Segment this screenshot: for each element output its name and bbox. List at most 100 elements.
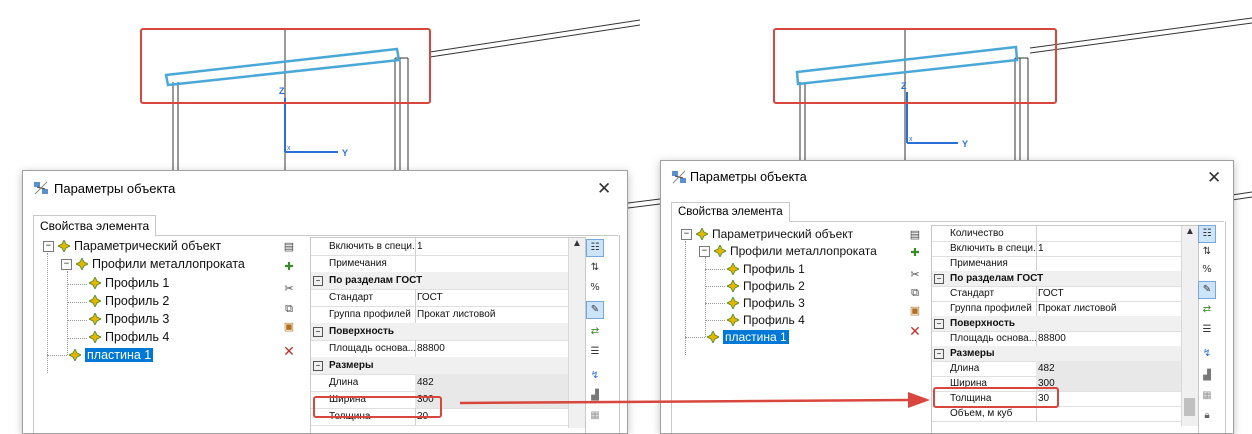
prop-category-dimensions[interactable]: − Размеры <box>311 357 585 375</box>
prop-row-standard[interactable]: Стандарт ГОСТ <box>311 289 585 307</box>
add-element-icon[interactable]: ✚ <box>281 259 297 275</box>
object-parameters-icon <box>34 181 48 195</box>
left-y-label: Y <box>342 148 348 158</box>
tree-toolbar: ▤ ✚ ✂ ⧉ ▣ ✕ <box>907 227 927 347</box>
node-icon <box>76 258 88 270</box>
svg-text:x: x <box>287 145 291 152</box>
compare-icon[interactable]: ⇄ <box>1198 301 1216 319</box>
object-tree: − Параметрический объект − Профили метал… <box>43 239 278 429</box>
edit-properties-icon[interactable]: ✎ <box>1198 281 1216 299</box>
copy-icon[interactable]: ⧉ <box>281 301 297 317</box>
prop-row-include[interactable]: Включить в специ... 1 <box>932 241 1198 257</box>
prop-row-volume[interactable]: Объем, м куб <box>932 406 1198 422</box>
prop-row-length[interactable]: Длина 482 <box>311 374 585 392</box>
prop-category-surface[interactable]: − Поверхность <box>311 323 585 341</box>
list-view-icon[interactable]: ☰ <box>586 343 604 361</box>
close-button[interactable]: ✕ <box>597 180 611 197</box>
left-plate-highlight-box <box>140 28 431 104</box>
delete-icon[interactable]: ✕ <box>281 343 297 359</box>
cut-icon[interactable]: ✂ <box>907 267 923 283</box>
node-icon <box>58 240 70 252</box>
tree-node-profile-2[interactable]: Профиль 2 <box>89 294 169 308</box>
sort-alphabetical-icon[interactable]: ⇅ <box>586 259 604 277</box>
formula-icon[interactable]: % <box>586 279 604 297</box>
right-plate-highlight-box <box>773 28 1057 104</box>
tree-node-plate-1[interactable]: пластина 1 <box>69 348 154 362</box>
export-icon[interactable]: ▟ <box>1198 367 1216 385</box>
prop-row-quantity[interactable]: Количество <box>932 226 1198 242</box>
new-element-icon[interactable]: ▤ <box>907 227 923 243</box>
node-icon <box>89 313 101 325</box>
right-y-label: Y <box>962 139 968 149</box>
tree-node-metal-profiles[interactable]: − Профили металлопроката <box>61 257 245 271</box>
new-element-icon[interactable]: ▤ <box>281 239 297 255</box>
node-icon <box>89 295 101 307</box>
settings-icon[interactable]: ▦ <box>1198 387 1216 405</box>
cut-icon[interactable]: ✂ <box>281 281 297 297</box>
formula-icon[interactable]: % <box>1198 261 1216 279</box>
tab-element-properties[interactable]: Свойства элемента <box>671 202 790 222</box>
node-icon <box>727 280 739 292</box>
prop-row-include[interactable]: Включить в специ... 1 <box>311 238 585 256</box>
prop-row-notes[interactable]: Примечания <box>932 256 1198 272</box>
list-view-icon[interactable]: ☰ <box>1198 321 1216 339</box>
add-element-icon[interactable]: ✚ <box>907 245 923 261</box>
tree-node-profile-1[interactable]: Профиль 1 <box>727 262 805 276</box>
prop-category-gost[interactable]: − По разделам ГОСТ <box>932 271 1198 287</box>
prop-category-surface[interactable]: − Поверхность <box>932 316 1198 332</box>
tree-node-parametric-object[interactable]: − Параметрический объект <box>681 227 853 241</box>
tree-node-profile-1[interactable]: Профиль 1 <box>89 276 169 290</box>
settings-icon[interactable]: ▦ <box>586 407 604 425</box>
dialog-title: Параметры объекта <box>690 170 807 184</box>
prop-row-standard[interactable]: Стандарт ГОСТ <box>932 286 1198 302</box>
prop-row-notes[interactable]: Примечания <box>311 255 585 273</box>
tree-node-plate-1[interactable]: пластина 1 <box>707 330 789 344</box>
thickness-value-input[interactable]: 30 <box>1036 391 1198 406</box>
left-thickness-highlight-box <box>313 396 442 418</box>
svg-text:x: x <box>909 136 913 143</box>
categorized-view-icon[interactable]: ☷ <box>586 239 604 257</box>
node-icon <box>727 314 739 326</box>
scroll-thumb[interactable] <box>1184 398 1195 416</box>
transform-icon[interactable]: ↯ <box>586 367 604 385</box>
copy-icon[interactable]: ⧉ <box>907 285 923 301</box>
sort-alphabetical-icon[interactable]: ⇅ <box>1198 243 1216 261</box>
tree-node-profile-2[interactable]: Профиль 2 <box>727 279 805 293</box>
edit-properties-icon[interactable]: ✎ <box>586 301 604 319</box>
prop-row-base-area[interactable]: Площадь основа... 88800 <box>311 340 585 358</box>
node-icon <box>89 331 101 343</box>
tab-element-properties[interactable]: Свойства элемента <box>33 215 157 237</box>
node-icon <box>696 228 708 240</box>
tree-node-metal-profiles[interactable]: − Профили металлопроката <box>699 244 877 258</box>
prop-row-profile-group[interactable]: Группа профилей Прокат листовой <box>311 306 585 324</box>
tree-node-parametric-object[interactable]: − Параметрический объект <box>43 239 221 253</box>
scroll-up-arrow[interactable]: ▲ <box>1182 226 1198 237</box>
compare-icon[interactable]: ⇄ <box>586 323 604 341</box>
close-button[interactable]: ✕ <box>1207 169 1221 186</box>
property-grid-scrollbar[interactable]: ▲ <box>568 238 585 428</box>
tree-node-profile-3[interactable]: Профиль 3 <box>89 312 169 326</box>
tree-node-profile-3[interactable]: Профиль 3 <box>727 296 805 310</box>
object-tree: − Параметрический объект − Профили метал… <box>681 227 906 417</box>
transform-icon[interactable]: ↯ <box>1198 345 1216 363</box>
prop-row-base-area[interactable]: Площадь основа... 88800 <box>932 331 1198 347</box>
lock-icon[interactable]: 🔒︎ <box>1198 407 1216 425</box>
node-icon <box>707 331 719 343</box>
tree-toolbar: ▤ ✚ ✂ ⧉ ▣ ✕ <box>281 239 301 359</box>
object-parameters-icon <box>672 170 686 184</box>
property-grid-scrollbar[interactable]: ▲ <box>1181 226 1198 426</box>
right-thickness-highlight-box <box>933 387 1059 408</box>
paste-icon[interactable]: ▣ <box>281 319 297 335</box>
delete-icon[interactable]: ✕ <box>907 323 923 339</box>
prop-row-length[interactable]: Длина 482 <box>932 361 1198 377</box>
scroll-up-arrow[interactable]: ▲ <box>569 238 585 249</box>
prop-row-profile-group[interactable]: Группа профилей Прокат листовой <box>932 301 1198 317</box>
node-icon <box>727 263 739 275</box>
tree-node-profile-4[interactable]: Профиль 4 <box>727 313 805 327</box>
prop-category-dimensions[interactable]: − Размеры <box>932 346 1198 362</box>
export-icon[interactable]: ▟ <box>586 387 604 405</box>
paste-icon[interactable]: ▣ <box>907 303 923 319</box>
tree-node-profile-4[interactable]: Профиль 4 <box>89 330 169 344</box>
prop-category-gost[interactable]: − По разделам ГОСТ <box>311 272 585 290</box>
categorized-view-icon[interactable]: ☷ <box>1198 225 1216 243</box>
